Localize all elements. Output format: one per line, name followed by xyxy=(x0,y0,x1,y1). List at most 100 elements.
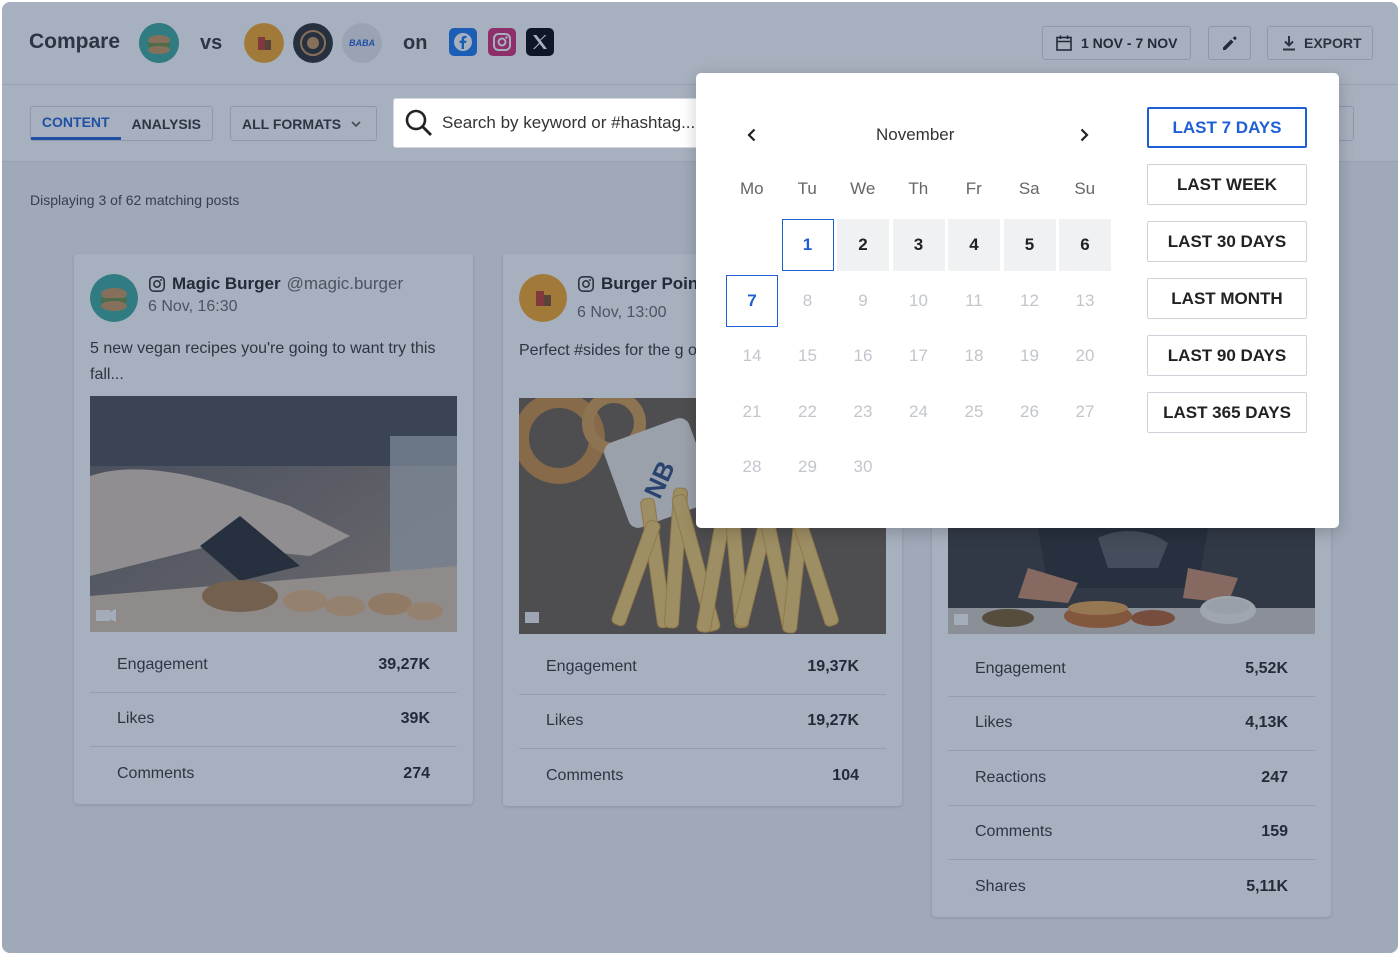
formats-label: ALL FORMATS xyxy=(242,115,342,132)
calendar-day[interactable]: 9 xyxy=(837,275,889,327)
instagram-icon xyxy=(577,275,595,293)
metric-value: 5,11K xyxy=(1246,878,1288,896)
calendar-day[interactable]: 27 xyxy=(1059,386,1111,438)
calendar-day[interactable]: 1 xyxy=(781,219,834,271)
calendar-day[interactable]: 25 xyxy=(948,386,1000,438)
search-icon xyxy=(405,109,432,136)
competitor-avatar-1[interactable] xyxy=(244,23,284,63)
search-field[interactable] xyxy=(393,98,733,148)
top-bar: Compare vs BABA on 1 NOV - 7 NOV EXPORT xyxy=(2,2,1398,84)
calendar-day[interactable]: 12 xyxy=(1004,275,1056,327)
calendar-day[interactable]: 4 xyxy=(948,219,1000,271)
metric-label: Likes xyxy=(117,710,155,728)
weekday-label: Mo xyxy=(739,179,764,198)
calendar-day[interactable]: 30 xyxy=(837,441,889,493)
results-count: Displaying 3 of 62 matching posts xyxy=(30,192,240,208)
post-metrics: Engagement 39,27K Likes 39K Comments 274 xyxy=(90,638,457,802)
calendar-day[interactable]: 29 xyxy=(782,441,834,493)
preset-last-7-days[interactable]: LAST 7 DAYS xyxy=(1147,107,1307,148)
post-author-name[interactable]: Burger Point xyxy=(601,274,704,294)
chevron-right-icon xyxy=(1080,128,1089,142)
calendar-day[interactable]: 17 xyxy=(893,330,945,382)
month-label: November xyxy=(876,125,955,144)
metric-row: Comments 104 xyxy=(519,749,886,804)
date-range-button[interactable]: 1 NOV - 7 NOV xyxy=(1042,26,1191,60)
metric-label: Engagement xyxy=(117,655,208,673)
calendar-day[interactable]: 18 xyxy=(948,330,1000,382)
metric-row: Likes 19,27K xyxy=(519,695,886,749)
date-range-label: 1 NOV - 7 NOV xyxy=(1081,35,1178,51)
chevron-down-icon xyxy=(351,120,361,127)
preset-last-week[interactable]: LAST WEEK xyxy=(1147,164,1307,205)
metric-label: Likes xyxy=(975,714,1013,732)
preset-last-30-days[interactable]: LAST 30 DAYS xyxy=(1147,221,1307,262)
calendar-day[interactable]: 6 xyxy=(1059,219,1111,271)
calendar-day[interactable]: 15 xyxy=(782,330,834,382)
facebook-icon[interactable] xyxy=(449,28,477,56)
calendar-day[interactable]: 16 xyxy=(837,330,889,382)
next-month-button[interactable] xyxy=(1072,123,1096,147)
metric-value: 39,27K xyxy=(378,655,430,673)
competitor-badge-text: BABA xyxy=(349,38,375,48)
weekday-label: Su xyxy=(1074,179,1096,198)
calendar-day[interactable]: 23 xyxy=(837,386,889,438)
metric-label: Comments xyxy=(117,765,195,783)
preset-last-month[interactable]: LAST MONTH xyxy=(1147,278,1307,319)
competitor-avatar-3[interactable]: BABA xyxy=(342,23,382,63)
tab-analysis[interactable]: ANALYSIS xyxy=(121,107,213,140)
metric-row: Engagement 39,27K xyxy=(90,638,457,693)
weekday-label: Fr xyxy=(965,179,982,198)
metric-label: Comments xyxy=(975,823,1053,841)
edit-button[interactable] xyxy=(1208,26,1251,60)
weekday-label: Sa xyxy=(1018,179,1040,198)
calendar-day[interactable]: 13 xyxy=(1059,275,1111,327)
calendar-day[interactable]: 5 xyxy=(1003,219,1056,271)
metric-row: Engagement 19,37K xyxy=(519,640,886,695)
weekday-label: Th xyxy=(908,179,929,198)
calendar-day[interactable]: 24 xyxy=(893,386,945,438)
calendar-day[interactable]: 7 xyxy=(726,274,778,327)
competitor-avatar-2[interactable] xyxy=(293,23,333,63)
calendar-day[interactable]: 14 xyxy=(726,330,778,382)
metric-value: 247 xyxy=(1261,768,1288,786)
calendar-day[interactable]: 19 xyxy=(1004,330,1056,382)
calendar-day[interactable]: 3 xyxy=(892,219,945,271)
formats-dropdown[interactable]: ALL FORMATS xyxy=(230,106,377,141)
calendar-day[interactable]: 22 xyxy=(782,386,834,438)
post-image[interactable] xyxy=(90,396,457,632)
calendar-day[interactable]: 10 xyxy=(893,275,945,327)
metric-row: Engagement 5,52K xyxy=(948,642,1315,697)
instagram-icon xyxy=(148,275,166,293)
search-input[interactable] xyxy=(442,113,712,133)
weekday-label: We xyxy=(850,179,876,198)
calendar-day[interactable]: 26 xyxy=(1004,386,1056,438)
post-author-name[interactable]: Magic Burger xyxy=(172,274,281,294)
metric-row: Comments 274 xyxy=(90,747,457,802)
x-icon[interactable] xyxy=(526,28,554,56)
calendar-day[interactable]: 11 xyxy=(948,275,1000,327)
app-frame: Compare vs BABA on 1 NOV - 7 NOV EXPORT … xyxy=(2,2,1398,953)
export-label: EXPORT xyxy=(1304,35,1362,51)
on-label: on xyxy=(403,32,428,54)
prev-month-button[interactable] xyxy=(740,123,764,147)
compare-title: Compare xyxy=(29,30,121,53)
calendar-day[interactable]: 8 xyxy=(782,275,834,327)
metric-label: Engagement xyxy=(546,657,637,675)
calendar-day[interactable]: 21 xyxy=(726,386,778,438)
own-brand-avatar[interactable] xyxy=(139,23,179,63)
post-image[interactable] xyxy=(948,528,1315,634)
calendar-day[interactable]: 28 xyxy=(726,441,778,493)
preset-last-90-days[interactable]: LAST 90 DAYS xyxy=(1147,335,1307,376)
post-card[interactable]: Magic Burger @magic.burger 6 Nov, 16:30 … xyxy=(74,254,473,804)
download-icon xyxy=(1283,36,1295,51)
metric-value: 19,37K xyxy=(807,657,859,675)
preset-last-365-days[interactable]: LAST 365 DAYS xyxy=(1147,392,1307,433)
calendar-day[interactable]: 20 xyxy=(1059,330,1111,382)
tab-content[interactable]: CONTENT xyxy=(31,107,121,140)
post-header: Magic Burger @magic.burger 6 Nov, 16:30 xyxy=(90,274,403,322)
export-button[interactable]: EXPORT xyxy=(1267,26,1373,60)
calendar-day[interactable]: 2 xyxy=(837,219,889,271)
instagram-icon[interactable] xyxy=(488,28,516,56)
weekday-header: Mo Tu We Th Fr Sa Su xyxy=(724,179,1113,199)
post-header: Burger Point 6 Nov, 13:00 xyxy=(519,274,704,322)
